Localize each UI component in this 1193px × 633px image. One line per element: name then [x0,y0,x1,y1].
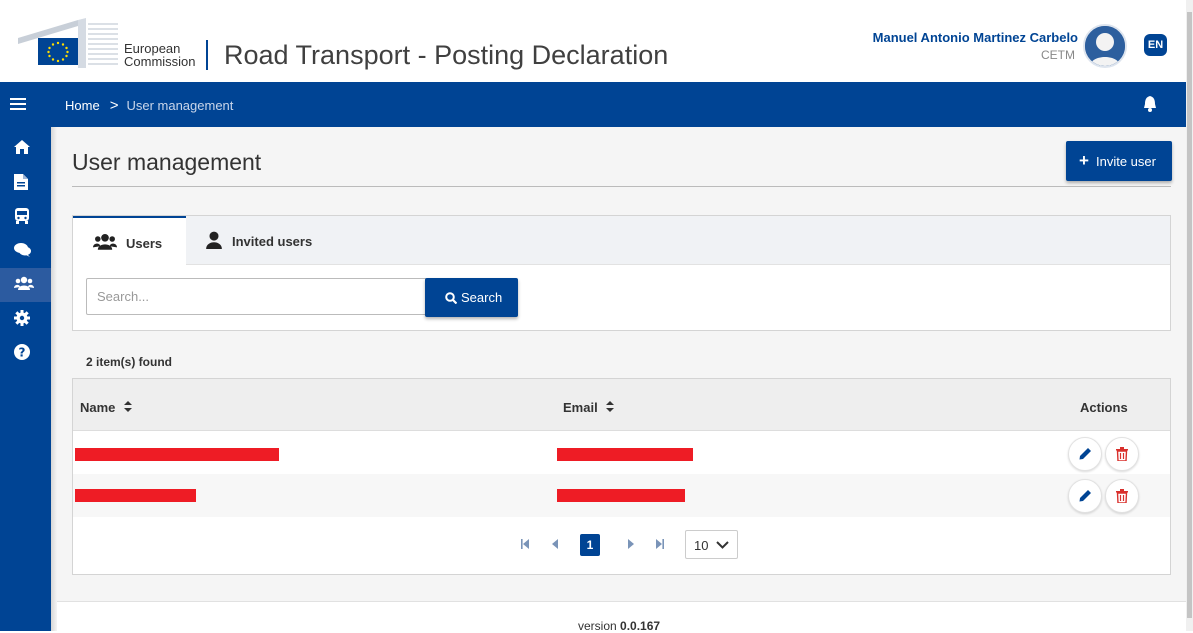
tab-bar: Users Invited users [73,216,1170,266]
bell-icon[interactable] [1143,96,1157,117]
invite-user-label: Invite user [1096,154,1156,169]
header-divider [206,40,208,70]
column-header-actions: Actions [1080,400,1128,415]
delete-button[interactable] [1105,479,1139,513]
invite-user-button[interactable]: + Invite user [1066,141,1172,181]
users-icon [14,276,34,290]
home-icon [14,140,30,154]
sidebar: ? [0,127,51,631]
footer: version 0.0.167 [57,602,1186,633]
previous-page-icon[interactable] [552,539,558,552]
tab-users[interactable]: Users [73,216,186,266]
pencil-icon [1079,448,1091,460]
users-icon [93,233,117,250]
breadcrumb-separator: > [109,97,119,114]
chat-icon [14,243,31,257]
current-page[interactable]: 1 [580,534,600,556]
edit-button[interactable] [1068,437,1102,471]
page-title: User management [72,149,262,175]
column-email-label: Email [563,400,598,415]
sidebar-item-help[interactable]: ? [0,336,51,370]
ec-line2: Commission [124,54,196,69]
name-cell-redacted [75,489,196,502]
title-divider [72,186,1171,187]
last-page-icon[interactable] [656,539,664,552]
sidebar-item-settings[interactable] [0,302,51,336]
users-table: Name Email Actions 1 10 [72,378,1171,575]
svg-text:?: ? [19,346,26,360]
sidebar-item-vehicles[interactable] [0,200,51,234]
chevron-down-icon [716,541,729,549]
page-size-value: 10 [694,538,709,553]
user-name[interactable]: Manuel Antonio Martinez Carbelo [860,30,1078,45]
app-header: European Commission Road Transport - Pos… [0,0,1186,82]
sort-icon [124,401,133,412]
search-button[interactable]: Search [425,278,518,317]
user-icon [206,231,222,249]
sidebar-item-users[interactable] [0,268,51,302]
delete-button[interactable] [1105,437,1139,471]
table-header: Name Email Actions [73,379,1170,431]
ec-wordmark: European Commission [124,42,196,68]
breadcrumb-home[interactable]: Home [65,98,100,113]
name-cell-redacted [75,448,279,461]
language-selector[interactable]: EN [1144,34,1167,56]
document-icon [14,174,28,190]
email-cell-redacted [557,489,685,502]
first-page-icon[interactable] [521,539,529,552]
ec-logo [18,18,118,68]
column-header-name[interactable]: Name [80,400,133,415]
top-navbar: Home > User management [0,82,1186,127]
sidebar-item-declarations[interactable] [0,166,51,200]
scrollbar-thumb[interactable] [1187,12,1192,618]
hamburger-menu-icon[interactable] [10,98,26,111]
tab-users-label: Users [126,236,163,251]
search-panel: Users Invited users Search... Search [72,215,1171,331]
page-size-select[interactable]: 10 [685,530,738,559]
pencil-icon [1079,490,1091,502]
tab-invited-users-label: Invited users [232,234,313,249]
email-cell-redacted [557,448,693,461]
next-page-icon[interactable] [628,539,634,552]
main-content: User management + Invite user Users Invi… [57,127,1186,633]
app-title: Road Transport - Posting Declaration [224,40,669,70]
sort-icon [606,401,615,412]
column-header-email[interactable]: Email [563,400,615,415]
table-row [73,431,1170,474]
help-icon: ? [14,344,30,360]
plus-icon: + [1079,151,1089,170]
trash-icon [1116,447,1128,461]
tab-invited-users[interactable]: Invited users [186,216,333,265]
user-org: CETM [1041,48,1075,62]
search-input[interactable]: Search... [86,278,427,315]
gear-icon [14,310,30,326]
sidebar-item-home[interactable] [0,132,51,166]
breadcrumb: Home > User management [65,97,233,114]
search-button-label: Search [461,290,503,305]
results-count: 2 item(s) found [86,355,172,369]
pagination: 1 10 [73,517,1170,575]
column-name-label: Name [80,400,116,415]
search-icon [445,292,457,304]
bus-icon [15,208,29,224]
avatar[interactable] [1083,24,1127,68]
sidebar-item-messages[interactable] [0,234,51,268]
edit-button[interactable] [1068,479,1102,513]
table-row [73,474,1170,517]
trash-icon [1116,489,1128,503]
user-avatar-icon [1085,26,1125,66]
breadcrumb-current: User management [126,98,234,113]
